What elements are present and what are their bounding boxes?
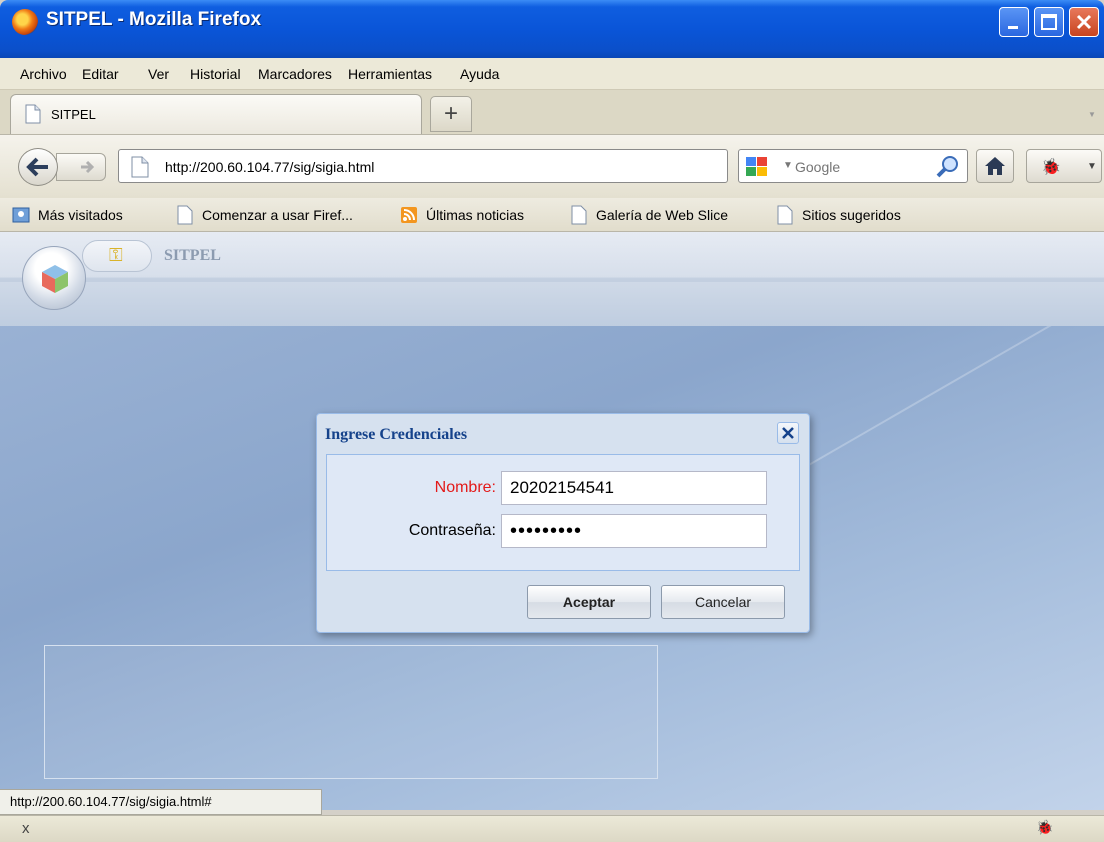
menu-herramientas[interactable]: Herramientas: [348, 66, 432, 82]
bookmark-label: Comenzar a usar Firef...: [202, 207, 353, 223]
nombre-input[interactable]: [501, 471, 767, 505]
addon-dropdown-icon[interactable]: ▼: [1087, 161, 1097, 172]
close-window-button[interactable]: [1069, 7, 1099, 37]
tab-bar: SITPEL + ▼: [0, 90, 1104, 134]
back-arrow-icon: [26, 157, 48, 177]
login-dialog: Ingrese Credenciales Nombre: Contraseña:…: [316, 413, 810, 633]
close-icon: [782, 427, 794, 439]
password-input[interactable]: [501, 514, 767, 548]
page-icon: [777, 205, 793, 225]
maximize-icon: [1041, 14, 1057, 30]
menu-editar[interactable]: Editar: [82, 66, 119, 82]
bookmark-label: Galería de Web Slice: [596, 207, 729, 223]
dialog-title: Ingrese Credenciales: [325, 426, 468, 443]
page-icon: [177, 205, 193, 225]
minimize-icon: [1008, 26, 1018, 29]
search-bar[interactable]: ▼: [738, 149, 968, 183]
status-link-url: http://200.60.104.77/sig/sigia.html#: [0, 789, 322, 815]
key-icon: ⚿: [109, 245, 123, 265]
search-icon[interactable]: [935, 154, 961, 180]
page-icon: [571, 205, 587, 225]
forward-button[interactable]: [56, 153, 106, 181]
password-label: Contraseña:: [408, 522, 496, 539]
url-text[interactable]: http://200.60.104.77/sig/sigia.html: [165, 159, 374, 175]
rss-feed-icon: [401, 207, 417, 223]
engine-dropdown-icon[interactable]: ▼: [783, 160, 793, 171]
login-form: Nombre: Contraseña:: [326, 454, 800, 571]
nombre-row: Nombre:: [327, 471, 801, 505]
bookmark-sitios-sugeridos[interactable]: Sitios sugeridos: [776, 205, 901, 225]
status-bar: x 🐞: [0, 815, 1104, 842]
new-tab-button[interactable]: +: [430, 96, 472, 132]
bookmark-ultimas-noticias[interactable]: Últimas noticias: [400, 205, 524, 225]
app-start-orb[interactable]: [22, 246, 86, 310]
forward-arrow-icon: [81, 160, 95, 174]
nombre-label: Nombre:: [434, 479, 496, 496]
menu-ver[interactable]: Ver: [148, 66, 169, 82]
bookmark-mas-visitados[interactable]: Más visitados: [12, 205, 123, 225]
menu-bar: Archivo Editar Ver Historial Marcadores …: [0, 58, 1104, 90]
bookmarks-toolbar: Más visitados Comenzar a usar Firef... Ú…: [0, 198, 1104, 232]
cube-logo-icon: [42, 265, 68, 293]
page-content: ⚿ SITPEL Ingrese Credenciales Nombre: Co…: [0, 232, 1104, 810]
menu-ayuda[interactable]: Ayuda: [460, 66, 499, 82]
bookmark-galeria-web-slice[interactable]: Galería de Web Slice: [570, 205, 728, 225]
cancelar-button[interactable]: Cancelar: [661, 585, 785, 619]
tab-sitpel[interactable]: SITPEL: [10, 94, 422, 134]
stop-icon[interactable]: x: [22, 820, 30, 837]
back-button[interactable]: [18, 148, 58, 186]
home-icon: [985, 157, 1005, 175]
bookmark-comenzar[interactable]: Comenzar a usar Firef...: [176, 205, 353, 225]
window-title: SITPEL - Mozilla Firefox: [46, 9, 262, 30]
page-icon: [25, 104, 41, 124]
password-row: Contraseña:: [327, 514, 801, 548]
home-button[interactable]: [976, 149, 1014, 183]
google-engine-icon: [746, 157, 767, 176]
menu-marcadores[interactable]: Marcadores: [258, 66, 332, 82]
app-header-band: [0, 282, 1104, 326]
app-header: ⚿ SITPEL: [0, 232, 1104, 326]
empty-panel: [44, 645, 658, 779]
search-input[interactable]: [795, 157, 925, 177]
navigation-toolbar: http://200.60.104.77/sig/sigia.html ★ ▼ …: [0, 134, 1104, 198]
page-icon: [131, 156, 149, 178]
addon-button[interactable]: 🐞 ▼: [1026, 149, 1102, 183]
bookmark-label: Más visitados: [38, 207, 123, 223]
minimize-button[interactable]: [999, 7, 1029, 37]
app-tab-key[interactable]: ⚿: [82, 240, 152, 272]
app-title: SITPEL: [164, 247, 221, 264]
list-tabs-icon[interactable]: ▼: [1088, 110, 1096, 119]
menu-historial[interactable]: Historial: [190, 66, 241, 82]
firebug-status-icon[interactable]: 🐞: [1036, 819, 1053, 836]
bookmark-label: Últimas noticias: [426, 207, 525, 223]
close-icon: [1076, 14, 1092, 30]
bookmark-label: Sitios sugeridos: [802, 207, 901, 223]
firefox-logo-icon: [12, 9, 38, 35]
firebug-icon: 🐞: [1041, 159, 1061, 176]
window-titlebar[interactable]: SITPEL - Mozilla Firefox: [0, 0, 1104, 58]
url-bar[interactable]: http://200.60.104.77/sig/sigia.html ★ ▼ …: [118, 149, 830, 183]
aceptar-button[interactable]: Aceptar: [527, 585, 651, 619]
tab-label: SITPEL: [51, 107, 96, 122]
dialog-close-button[interactable]: [777, 422, 799, 444]
menu-archivo[interactable]: Archivo: [20, 66, 67, 82]
maximize-button[interactable]: [1034, 7, 1064, 37]
search-folder-icon: [12, 207, 30, 223]
